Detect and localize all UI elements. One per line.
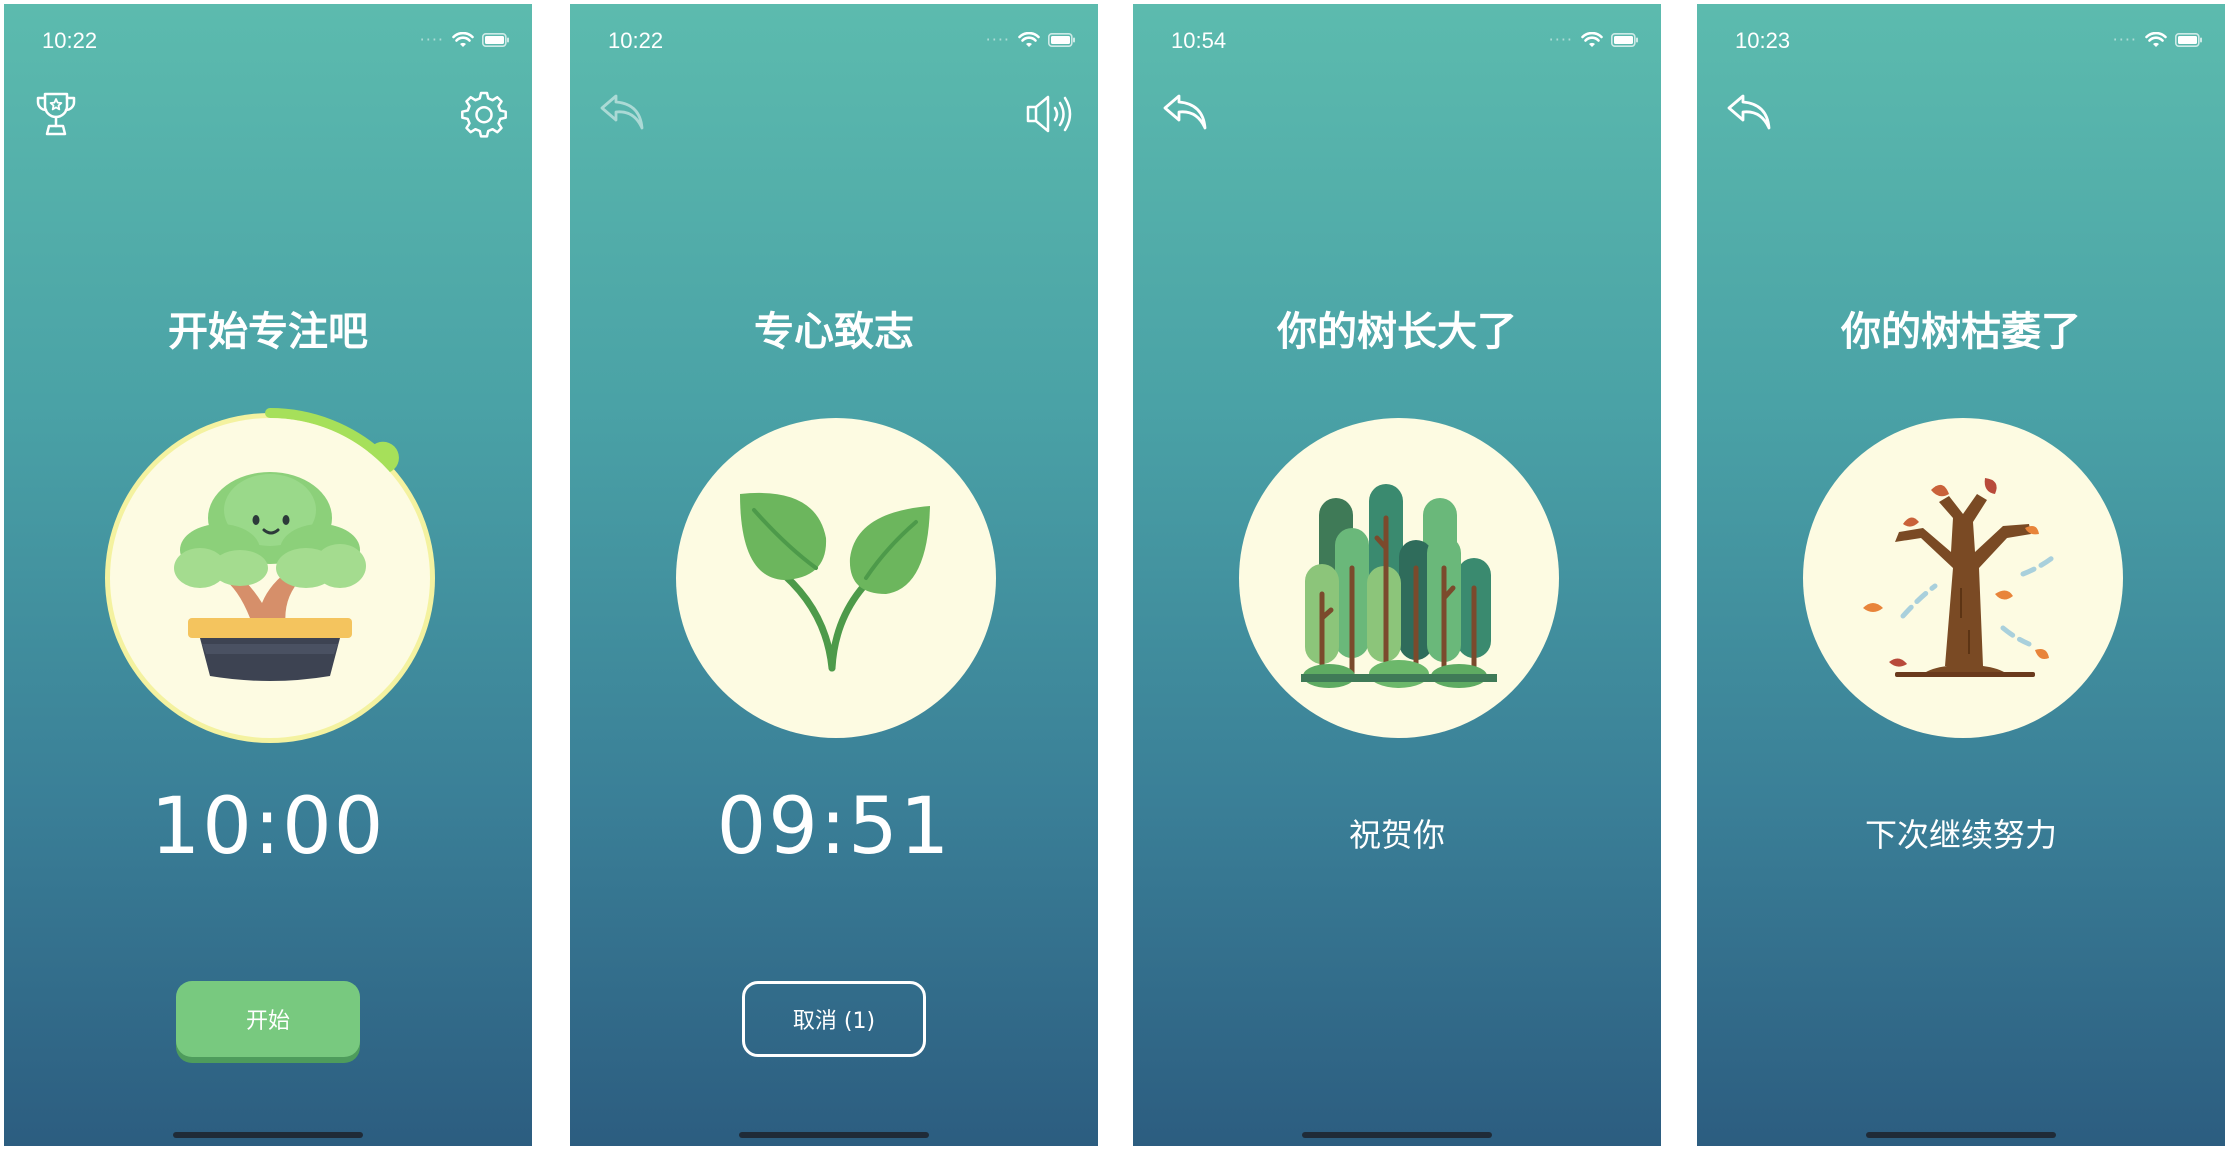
phone-screen-failed: 10:23 ···· 你的树枯萎了 下次继续努力 — [1697, 4, 2225, 1146]
tree-circle — [110, 418, 430, 738]
countdown-timer: 10:00 — [150, 782, 386, 872]
wifi-icon — [1018, 32, 1040, 47]
back-arrow-icon[interactable] — [1723, 88, 1775, 140]
battery-icon — [2175, 33, 2202, 47]
tree-circle-wrap — [666, 408, 1006, 748]
phone-screen-focusing: 10:22 ···· 专心致志 09:51 取消 (1) — [570, 4, 1098, 1146]
speaker-icon[interactable] — [1024, 88, 1076, 140]
tree-circle-wrap — [1793, 408, 2133, 748]
screen-title: 专心致志 — [754, 309, 914, 355]
status-bar: 10:22 ···· — [570, 4, 1098, 64]
phone-screen-success: 10:54 ···· 你的树长大了 祝贺你 — [1133, 4, 1661, 1146]
screen-title: 开始专注吧 — [168, 309, 368, 355]
back-arrow-icon[interactable] — [1159, 88, 1211, 140]
home-indicator — [739, 1132, 929, 1138]
status-time: 10:22 — [42, 28, 98, 53]
status-time: 10:23 — [1735, 28, 1791, 53]
gear-icon[interactable] — [458, 88, 510, 140]
screen-title: 你的树枯萎了 — [1841, 309, 2081, 355]
battery-icon — [482, 33, 509, 47]
home-indicator — [173, 1132, 363, 1138]
home-indicator — [1866, 1132, 2056, 1138]
sprout-icon — [740, 492, 930, 672]
screen-title: 你的树长大了 — [1277, 309, 1517, 355]
home-indicator — [1302, 1132, 1492, 1138]
signal-icon: ···· — [985, 30, 1010, 49]
wifi-icon — [452, 32, 474, 47]
start-button[interactable]: 开始 — [176, 981, 360, 1057]
status-bar: 10:54 ···· — [1133, 4, 1661, 64]
back-arrow-icon[interactable] — [596, 88, 648, 140]
tree-circle-wrap — [1229, 408, 1569, 748]
result-message: 祝贺你 — [1348, 816, 1445, 854]
countdown-timer: 09:51 — [716, 782, 952, 872]
signal-icon: ···· — [419, 30, 444, 49]
result-message: 下次继续努力 — [1864, 816, 2057, 854]
cancel-button[interactable]: 取消 (1) — [742, 981, 926, 1057]
phone-screen-start: 10:22 ···· 开始专注吧 10:00 开始 — [4, 4, 532, 1146]
status-bar: 10:22 ···· — [4, 4, 532, 64]
status-bar: 10:23 ···· — [1697, 4, 2225, 64]
bonsai-tree-icon — [174, 472, 366, 681]
forest-icon — [1301, 484, 1497, 688]
trophy-icon[interactable] — [30, 88, 82, 140]
signal-icon: ···· — [1548, 30, 1573, 49]
signal-icon: ···· — [2112, 30, 2137, 49]
status-icons: ···· — [420, 28, 510, 52]
focus-progress-ring — [100, 408, 440, 748]
battery-icon — [1611, 33, 1638, 47]
tree-circle — [676, 418, 996, 738]
battery-icon — [1048, 33, 1075, 47]
wifi-icon — [2145, 32, 2167, 47]
screenshot-collage: 10:22 ···· 开始专注吧 10:00 开始 10:22 ···· 专心致… — [0, 0, 2228, 1154]
wifi-icon — [1581, 32, 1603, 47]
withered-tree-icon — [1863, 478, 2060, 677]
status-time: 10:22 — [608, 28, 664, 53]
tree-circle — [1803, 418, 2123, 738]
status-icons: ···· — [2113, 28, 2203, 52]
status-icons: ···· — [1549, 28, 1639, 52]
tree-circle — [1239, 418, 1559, 738]
status-time: 10:54 — [1171, 28, 1227, 53]
status-icons: ···· — [986, 28, 1076, 52]
